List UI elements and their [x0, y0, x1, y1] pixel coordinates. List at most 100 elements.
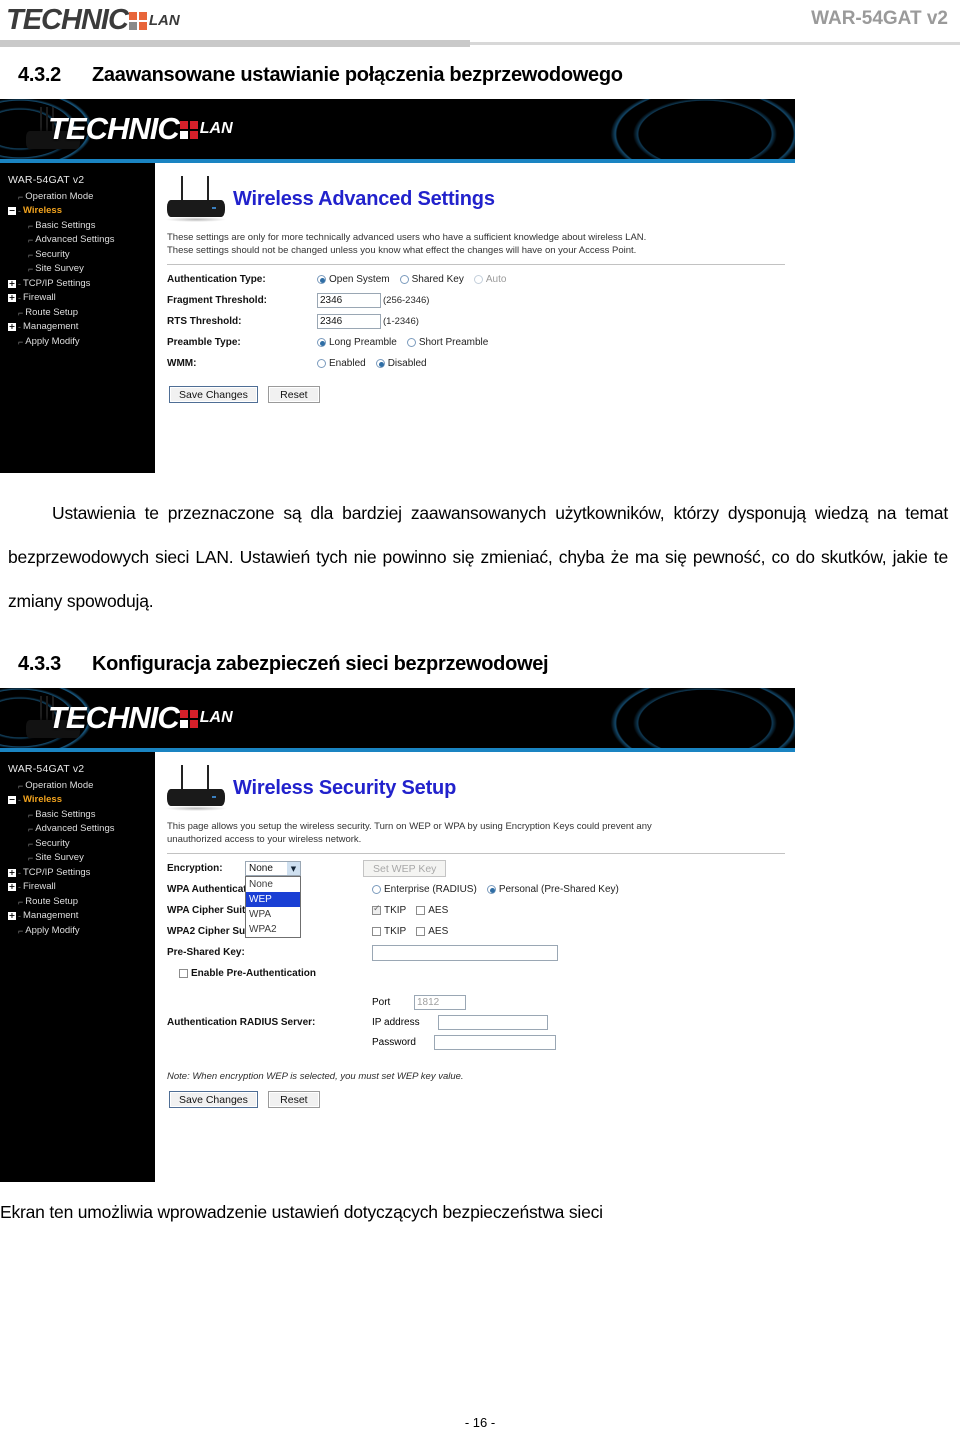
radio-icon[interactable]: [399, 275, 409, 284]
radio-auto[interactable]: Auto: [473, 274, 506, 285]
tree-expand-icon[interactable]: +: [8, 323, 16, 332]
radius-port-input[interactable]: 1812: [414, 995, 466, 1010]
sidebar-item-apply-modify[interactable]: ⌐ Apply Modify: [6, 335, 155, 350]
sidebar-item-label: Basic Settings: [35, 219, 96, 231]
tree-expand-icon[interactable]: +: [8, 912, 16, 921]
option-label: TKIP: [384, 905, 407, 916]
sidebar-item-firewall[interactable]: + - Firewall: [6, 291, 155, 306]
document-model-label: WAR-54GAT v2: [811, 8, 948, 29]
encryption-option-none[interactable]: None: [246, 877, 300, 892]
sidebar-item-route-setup[interactable]: ⌐ Route Setup: [6, 895, 155, 910]
sidebar-item-advanced-settings[interactable]: ⌐ Advanced Settings: [6, 822, 155, 837]
save-changes-button[interactable]: Save Changes: [169, 1091, 258, 1108]
sidebar-item-route-setup[interactable]: ⌐ Route Setup: [6, 306, 155, 321]
option-label: Shared Key: [411, 274, 464, 285]
sidebar-item-operation-mode[interactable]: ⌐ Operation Mode: [6, 190, 155, 205]
tree-collapse-icon[interactable]: −: [8, 207, 16, 216]
set-wep-key-button[interactable]: Set WEP Key: [363, 860, 447, 877]
fragment-threshold-row: Fragment Threshold: 2346 (256-2346): [167, 292, 795, 309]
sidebar-item-site-survey[interactable]: ⌐ Site Survey: [6, 851, 155, 866]
save-changes-button[interactable]: Save Changes: [169, 386, 258, 403]
tree-expand-icon[interactable]: +: [8, 279, 16, 288]
radio-icon[interactable]: [406, 338, 416, 347]
encryption-select[interactable]: None ▼ None WEP WPA WPA2: [245, 861, 301, 938]
radio-wmm-enabled[interactable]: Enabled: [317, 358, 366, 369]
sidebar-item-apply-modify[interactable]: ⌐ Apply Modify: [6, 924, 155, 939]
router-sidebar-nav-1: WAR-54GAT v2 ⌐ Operation Mode − - Wirele…: [0, 163, 155, 473]
radio-wmm-disabled[interactable]: Disabled: [375, 358, 427, 369]
radio-personal-psk[interactable]: Personal (Pre-Shared Key): [486, 884, 619, 895]
radius-password-input[interactable]: [434, 1035, 556, 1050]
sidebar-item-tcpip-settings[interactable]: + - TCP/IP Settings: [6, 277, 155, 292]
rts-threshold-row: RTS Threshold: 2346 (1-2346): [167, 313, 795, 330]
encryption-option-wpa2[interactable]: WPA2: [246, 922, 300, 937]
page-title: Wireless Advanced Settings: [233, 187, 495, 210]
sidebar-item-management[interactable]: + - Management: [6, 909, 155, 924]
radio-open-system[interactable]: Open System: [317, 274, 390, 285]
checkbox-icon[interactable]: [372, 904, 381, 915]
radius-server-label: Authentication RADIUS Server:: [167, 1017, 316, 1028]
sidebar-item-security[interactable]: ⌐ Security: [6, 248, 155, 263]
sidebar-item-wireless[interactable]: − - Wireless: [6, 204, 155, 219]
checkbox-icon[interactable]: [179, 969, 188, 978]
screenshot-wireless-advanced-settings: TECHNIC LAN WAR-54GAT v2 ⌐ Operation Mod…: [0, 99, 960, 473]
router-content-security: Wireless Security Setup This page allows…: [155, 752, 795, 1182]
sidebar-item-basic-settings[interactable]: ⌐ Basic Settings: [6, 808, 155, 823]
sidebar-item-operation-mode[interactable]: ⌐ Operation Mode: [6, 779, 155, 794]
encryption-option-wpa[interactable]: WPA: [246, 907, 300, 922]
sidebar-item-basic-settings[interactable]: ⌐ Basic Settings: [6, 219, 155, 234]
radio-icon[interactable]: [372, 885, 381, 894]
checkbox-icon[interactable]: [416, 906, 426, 915]
sidebar-item-firewall[interactable]: + - Firewall: [6, 880, 155, 895]
tree-expand-icon[interactable]: +: [8, 883, 16, 892]
radio-long-preamble[interactable]: Long Preamble: [317, 337, 397, 348]
fragment-threshold-label: Fragment Threshold:: [167, 295, 268, 306]
checkbox-wpa-tkip[interactable]: TKIP: [372, 904, 407, 916]
radio-icon[interactable]: [375, 359, 385, 368]
advanced-settings-buttons: Save Changes Reset: [155, 376, 795, 403]
banner-waves-decoration-right: [465, 688, 795, 748]
section-433-paragraph: Ekran ten umożliwia wprowadzenie ustawie…: [0, 1202, 603, 1222]
encryption-row: Encryption: None ▼ None WEP WPA WPA2 Set…: [167, 860, 795, 938]
reset-button[interactable]: Reset: [267, 386, 320, 403]
checkbox-wpa2-tkip[interactable]: TKIP: [372, 926, 406, 937]
encryption-option-wep[interactable]: WEP: [246, 892, 300, 907]
radius-ip-input[interactable]: [438, 1015, 548, 1030]
sidebar-item-management[interactable]: + - Management: [6, 320, 155, 335]
tree-dash-icon: ⌐: [18, 896, 24, 907]
radio-icon[interactable]: [473, 275, 483, 284]
rts-threshold-input[interactable]: 2346: [317, 314, 381, 329]
checkbox-wpa2-aes[interactable]: AES: [416, 926, 448, 937]
encryption-options-list[interactable]: None WEP WPA WPA2: [245, 876, 301, 938]
radio-enterprise-radius[interactable]: Enterprise (RADIUS): [372, 884, 477, 895]
page-header: TECHNIC LAN WAR-54GAT v2: [0, 0, 960, 50]
tree-expand-icon[interactable]: +: [8, 868, 16, 877]
sidebar-item-tcpip-settings[interactable]: + - TCP/IP Settings: [6, 866, 155, 881]
radio-icon[interactable]: [317, 359, 326, 368]
radio-icon[interactable]: [317, 275, 326, 284]
fragment-threshold-input[interactable]: 2346: [317, 293, 381, 308]
chevron-down-icon[interactable]: ▼: [287, 862, 300, 875]
radio-shared-key[interactable]: Shared Key: [399, 274, 464, 285]
pre-shared-key-input[interactable]: [372, 944, 558, 961]
reset-button[interactable]: Reset: [267, 1091, 320, 1108]
description-line-2: These settings should not be changed unl…: [167, 245, 637, 256]
radio-icon[interactable]: [317, 338, 326, 347]
checkbox-enable-pre-authentication[interactable]: Enable Pre-Authentication: [167, 968, 316, 979]
radio-short-preamble[interactable]: Short Preamble: [406, 337, 488, 348]
option-label: Long Preamble: [329, 337, 397, 348]
sidebar-item-security[interactable]: ⌐ Security: [6, 837, 155, 852]
sidebar-item-wireless[interactable]: − - Wireless: [6, 793, 155, 808]
radio-icon[interactable]: [486, 885, 496, 894]
sidebar-item-label: Route Setup: [25, 306, 79, 318]
section-number-432: 4.3.2: [18, 64, 61, 86]
tree-collapse-icon[interactable]: −: [8, 796, 16, 805]
page-title: Wireless Security Setup: [233, 776, 457, 799]
router-ui-banner: TECHNIC LAN: [0, 99, 795, 159]
sidebar-item-site-survey[interactable]: ⌐ Site Survey: [6, 262, 155, 277]
checkbox-icon[interactable]: [372, 927, 381, 936]
tree-expand-icon[interactable]: +: [8, 294, 16, 303]
sidebar-item-advanced-settings[interactable]: ⌐ Advanced Settings: [6, 233, 155, 248]
checkbox-icon[interactable]: [416, 927, 426, 936]
checkbox-wpa-aes[interactable]: AES: [416, 905, 448, 916]
